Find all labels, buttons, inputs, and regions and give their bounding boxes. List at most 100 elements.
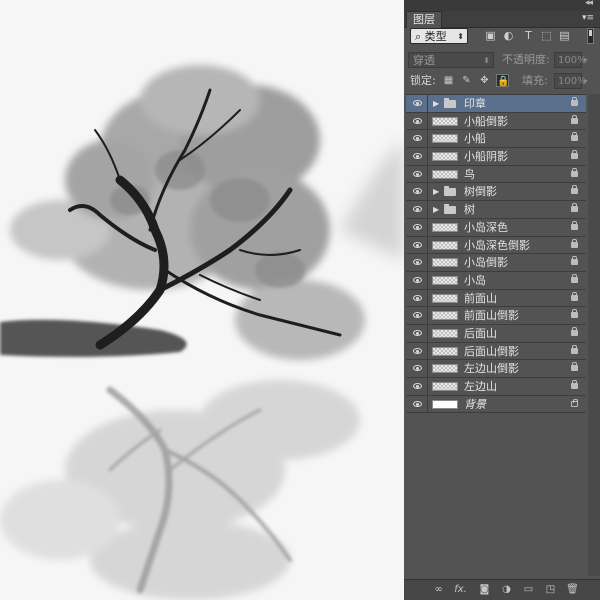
chevron-updown-icon: ⬍	[457, 32, 464, 41]
eye-visibility-icon[interactable]	[413, 312, 422, 319]
layer-name: 前面山倒影	[464, 309, 519, 323]
layer-row[interactable]: ▶ 树	[406, 201, 586, 219]
eye-visibility-icon[interactable]	[413, 241, 422, 248]
type-filter-icon[interactable]: T	[522, 29, 535, 42]
row-divider	[427, 324, 428, 342]
row-divider	[427, 360, 428, 377]
link-icon[interactable]: ∞	[432, 583, 445, 596]
eye-visibility-icon[interactable]	[413, 135, 422, 142]
adjustment-icon[interactable]: ◑	[500, 583, 513, 596]
lock-transparent-icon[interactable]: ▦	[442, 74, 455, 87]
blend-mode-value: 穿透	[413, 54, 435, 67]
layer-row[interactable]: 前面山	[406, 289, 586, 308]
eye-visibility-icon[interactable]	[413, 276, 422, 283]
row-divider	[427, 378, 428, 395]
lock-icon	[571, 398, 578, 407]
mask-icon[interactable]: ◙	[478, 583, 491, 596]
trash-icon[interactable]: 🗑	[566, 583, 579, 596]
row-divider	[427, 236, 428, 254]
layer-row[interactable]: 小岛深色倒影	[406, 236, 586, 255]
lock-move-icon[interactable]: ✥	[478, 74, 491, 87]
adjustment-filter-icon[interactable]: ◐	[502, 29, 515, 42]
layer-name: 左边山倒影	[464, 362, 519, 376]
layer-filter-select[interactable]: ⌕ 类型 ⬍	[410, 28, 468, 44]
fill-input[interactable]: 100%	[554, 73, 587, 89]
fill-slider-arrow-icon[interactable]: ▸	[584, 73, 588, 89]
lock-icon	[571, 326, 578, 336]
row-divider	[427, 395, 428, 413]
document-canvas[interactable]	[0, 0, 404, 600]
lock-icon	[571, 220, 578, 230]
lock-icon	[571, 97, 578, 106]
layer-row[interactable]: 小船	[406, 130, 586, 149]
layer-list-scrollbar[interactable]	[588, 94, 600, 576]
opacity-input[interactable]: 100%	[554, 52, 587, 68]
expand-triangle-icon[interactable]: ▶	[433, 205, 439, 214]
lock-icon	[571, 132, 578, 142]
eye-visibility-icon[interactable]	[413, 188, 422, 195]
image-filter-icon[interactable]: ▣	[484, 29, 497, 42]
layer-row[interactable]: 小船阴影	[406, 148, 586, 166]
layer-thumbnail	[432, 169, 458, 179]
double-chevron-left-icon[interactable]: ◂◂	[585, 0, 593, 8]
layer-thumbnail	[432, 116, 458, 126]
eye-visibility-icon[interactable]	[413, 206, 422, 213]
lock-all-icon[interactable]: 🔒	[496, 74, 509, 87]
layer-row[interactable]: 后面山	[406, 324, 586, 343]
row-divider	[427, 201, 428, 218]
layer-row[interactable]: 左边山	[406, 378, 586, 396]
layer-row[interactable]: 鸟	[406, 165, 586, 184]
new-layer-icon[interactable]: ◳	[544, 583, 557, 596]
eye-visibility-icon[interactable]	[413, 259, 422, 266]
layer-name: 小岛深色倒影	[464, 238, 530, 252]
eye-visibility-icon[interactable]	[413, 329, 422, 336]
eye-visibility-icon[interactable]	[413, 294, 422, 301]
lock-paint-icon[interactable]: ✎	[460, 74, 473, 87]
lock-icon	[571, 185, 578, 195]
layer-row[interactable]: 前面山倒影	[406, 307, 586, 325]
blend-mode-select[interactable]: 穿透 ⬍	[408, 52, 494, 68]
layer-row[interactable]: 小岛深色	[406, 218, 586, 237]
panel-menu-icon[interactable]: ▾≡	[582, 13, 594, 23]
layer-row[interactable]: 后面山倒影	[406, 342, 586, 361]
row-divider	[427, 148, 428, 165]
layer-name: 鸟	[464, 167, 475, 181]
layer-row[interactable]: 左边山倒影	[406, 360, 586, 378]
shape-filter-icon[interactable]: ⬚	[540, 29, 553, 42]
layer-name: 左边山	[464, 380, 497, 393]
layers-panel: ◂◂ 图层 ▾≡ ⌕ 类型 ⬍ ▣ ◐ T ⬚ ▤ 穿透 ⬍ 不透明度: 100…	[404, 0, 600, 600]
layer-row[interactable]: 背景	[406, 395, 586, 414]
eye-visibility-icon[interactable]	[413, 170, 422, 177]
layer-row[interactable]: ▶ 树倒影	[406, 183, 586, 202]
fill-label: 填充:	[522, 74, 548, 87]
smart-object-filter-icon[interactable]: ▤	[558, 29, 571, 42]
eye-visibility-icon[interactable]	[413, 117, 422, 124]
expand-triangle-icon[interactable]: ▶	[433, 99, 439, 108]
row-divider	[427, 271, 428, 289]
expand-triangle-icon[interactable]: ▶	[433, 187, 439, 196]
layer-name: 树	[464, 203, 475, 217]
chevron-updown-icon: ⬍	[483, 56, 490, 65]
layer-row[interactable]: 小船倒影	[406, 112, 586, 131]
eye-visibility-icon[interactable]	[413, 153, 422, 160]
opacity-slider-arrow-icon[interactable]: ▸	[584, 52, 588, 68]
eye-visibility-icon[interactable]	[413, 383, 422, 389]
eye-visibility-icon[interactable]	[413, 223, 422, 230]
folder-icon	[444, 98, 456, 108]
layer-thumbnail	[432, 364, 458, 374]
eye-visibility-icon[interactable]	[413, 347, 422, 354]
layer-row[interactable]: 小岛倒影	[406, 254, 586, 272]
filter-toggle-switch[interactable]	[587, 28, 594, 44]
eye-visibility-icon[interactable]	[413, 100, 422, 106]
tab-layers[interactable]: 图层	[406, 11, 442, 28]
eye-visibility-icon[interactable]	[413, 365, 422, 372]
eye-visibility-icon[interactable]	[413, 400, 422, 407]
lock-icon	[571, 150, 578, 160]
layer-row[interactable]: 小岛	[406, 271, 586, 290]
layer-name: 小船倒影	[464, 114, 508, 128]
fx-icon[interactable]: fx.	[454, 583, 467, 596]
filter-row: ⌕ 类型 ⬍ ▣ ◐ T ⬚ ▤	[408, 28, 596, 46]
lock-icon	[571, 167, 578, 177]
new-group-icon[interactable]: ▭	[522, 583, 535, 596]
layer-row[interactable]: ▶ 印章	[406, 95, 586, 113]
